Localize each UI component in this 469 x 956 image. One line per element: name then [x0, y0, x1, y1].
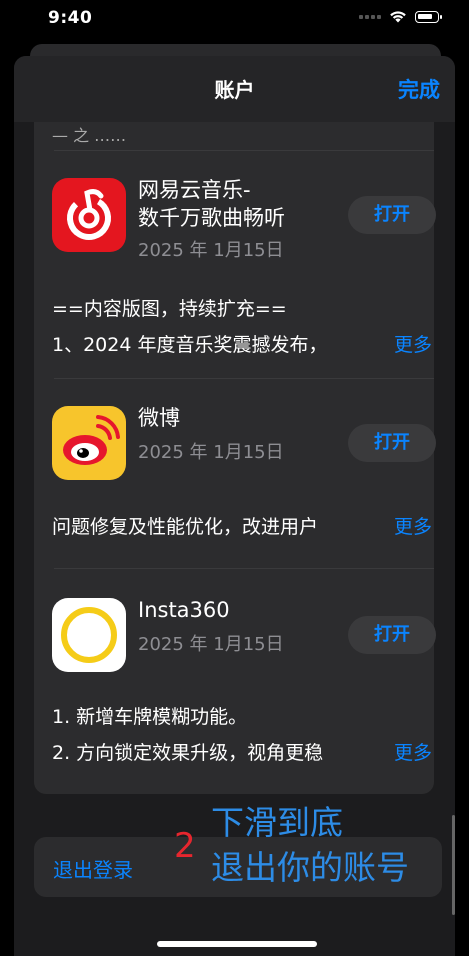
netease-music-icon[interactable]	[52, 178, 126, 252]
release-note-line: 1、2024 年度音乐奖震撼发布，	[52, 334, 328, 356]
logout-button[interactable]: 退出登录	[53, 854, 133, 883]
status-time: 9:40	[48, 8, 93, 28]
home-indicator[interactable]	[157, 941, 317, 947]
more-link[interactable]: 更多	[387, 738, 432, 765]
status-icons	[359, 10, 442, 23]
open-button[interactable]: 打开	[348, 616, 436, 654]
updates-list: — 之 …… 网易云音乐- 数千万歌曲畅听 2025 年 1月15日 打开 ==…	[34, 94, 436, 794]
app-update-date: 2025 年 1月15日	[138, 634, 284, 655]
annotation-instruction: 下滑到底 退出你的账号	[211, 803, 409, 887]
release-note-line: ==内容版图，持续扩充==	[52, 298, 287, 320]
more-link[interactable]: 更多	[387, 512, 432, 539]
cellular-signal-icon	[359, 14, 381, 19]
app-name: 网易云音乐- 数千万歌曲畅听	[138, 178, 285, 230]
battery-icon	[415, 10, 442, 23]
open-button[interactable]: 打开	[348, 424, 436, 462]
list-item-netease-music[interactable]: 网易云音乐- 数千万歌曲畅听 2025 年 1月15日 打开 ==内容版图，持续…	[34, 150, 436, 378]
navigation-bar: 账户 完成	[14, 56, 455, 122]
release-note-line: 问题修复及性能优化，改进用户	[52, 516, 319, 538]
app-update-date: 2025 年 1月15日	[138, 240, 284, 261]
list-item-weibo[interactable]: 微博 2025 年 1月15日 打开 问题修复及性能优化，改进用户 更多	[34, 378, 436, 568]
list-item-insta360[interactable]: Insta360 2025 年 1月15日 打开 1. 新增车牌模糊功能。 2.…	[34, 568, 436, 794]
app-update-date: 2025 年 1月15日	[138, 442, 284, 463]
more-link[interactable]: 更多	[387, 330, 432, 357]
release-note-line: 1. 新增车牌模糊功能。	[52, 706, 248, 728]
open-button[interactable]: 打开	[348, 196, 436, 234]
app-name: Insta360	[138, 598, 230, 622]
release-note-line: 2. 方向锁定效果升级，视角更稳	[52, 742, 324, 764]
scrollbar[interactable]	[452, 815, 455, 915]
weibo-icon[interactable]	[52, 406, 126, 480]
app-name: 微博	[138, 406, 180, 430]
wifi-icon	[390, 11, 406, 23]
clipped-previous-text: — 之 ……	[52, 126, 127, 145]
insta360-icon[interactable]	[52, 598, 126, 672]
status-bar: 9:40	[0, 0, 469, 40]
annotation-step-number: 2	[174, 826, 196, 866]
done-button[interactable]: 完成	[398, 74, 440, 104]
page-title: 账户	[214, 78, 255, 102]
